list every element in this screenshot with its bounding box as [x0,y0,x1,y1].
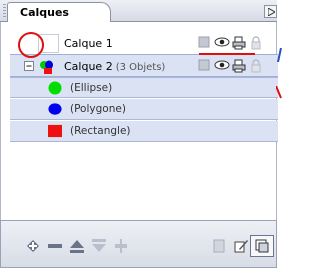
object-row-ellipse[interactable]: (Ellipse) [10,77,278,98]
layer-name: Calque 2 (3 Objets) [64,60,166,73]
lock-icon[interactable] [250,36,262,50]
eye-icon[interactable] [214,36,230,48]
object-name: (Ellipse) [70,82,113,94]
highlight-underline [199,53,255,55]
print-icon[interactable] [232,36,246,50]
remove-icon[interactable] [47,238,63,254]
arrow-right-icon [268,8,275,16]
collapse-toggle-icon[interactable] [24,61,34,71]
pointer-mark-blue-icon [277,48,282,62]
move-up-icon[interactable] [69,238,85,254]
print-icon[interactable] [232,59,246,73]
layer-box-icon[interactable] [198,59,210,71]
object-row-rectangle[interactable]: (Rectangle) [10,121,278,142]
tab-calques[interactable]: Calques [7,2,111,23]
add-layer-icon[interactable] [25,238,41,254]
object-name: (Polygone) [70,103,126,115]
layer-row-icons [198,36,268,52]
layers-view-button[interactable] [250,235,274,257]
move-down-icon[interactable] [91,238,107,254]
panel-tab-bar: Calques [0,0,277,23]
layer-name: Calque 1 [64,37,113,50]
layer-row-calque-1[interactable]: Calque 1 [10,32,278,55]
layer-options-icon[interactable] [211,238,227,254]
layer-row-calque-2[interactable]: Calque 2 (3 Objets) [10,54,278,77]
drag-grip-icon[interactable] [3,4,6,18]
red-square-icon [48,124,62,138]
object-count: (3 Objets) [115,62,166,73]
lock-icon[interactable] [250,59,262,73]
green-circle-icon [48,81,62,95]
merge-icon[interactable] [113,238,129,254]
layer-content-thumbnail-icon [40,60,53,74]
pointer-mark-red-icon [276,86,282,99]
object-row-polygone[interactable]: (Polygone) [10,99,278,120]
eye-icon[interactable] [214,59,230,71]
layer-box-icon[interactable] [198,36,210,48]
blue-ellipse-icon [48,103,62,115]
collapse-button[interactable] [264,5,277,18]
object-name: (Rectangle) [70,125,131,137]
edit-icon[interactable] [233,238,249,254]
layers-toolbar [0,220,277,268]
layers-view-icon [255,239,269,253]
layer-row-icons [198,59,268,75]
highlight-circle [18,32,44,58]
